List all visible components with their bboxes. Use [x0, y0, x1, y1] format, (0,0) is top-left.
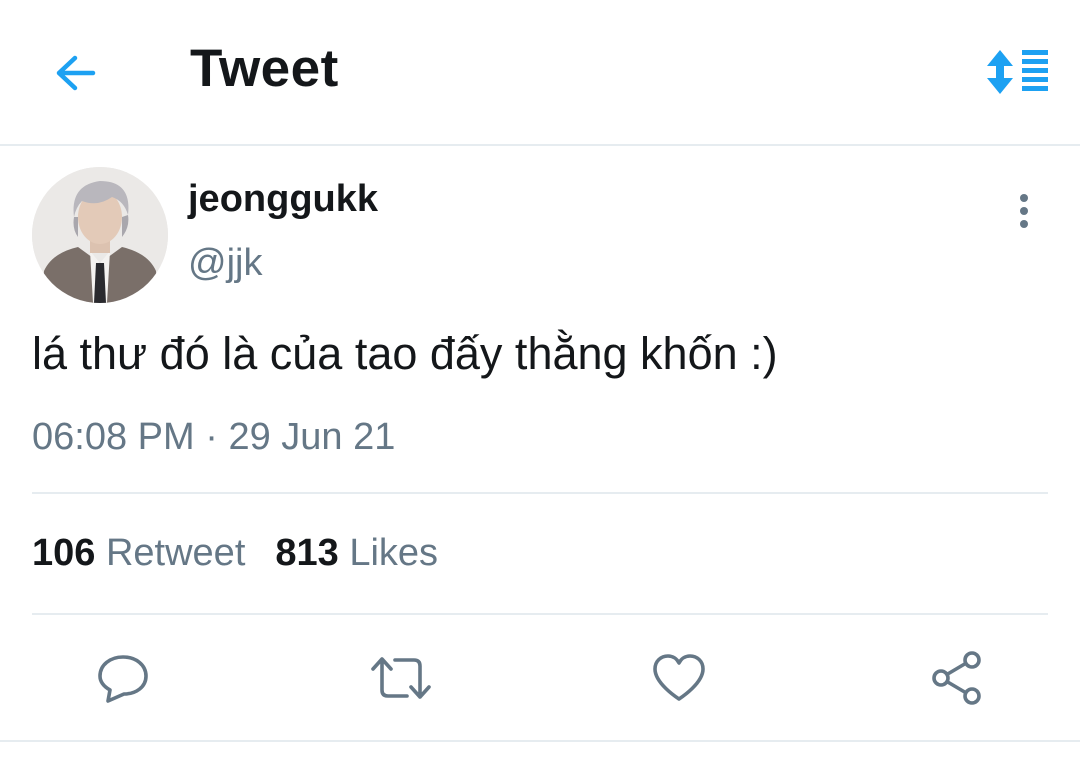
- share-button[interactable]: [919, 640, 995, 716]
- likes-label: Likes: [349, 532, 439, 574]
- tweet-stats: 106 Retweet 813 Likes: [32, 532, 438, 575]
- share-icon: [932, 651, 981, 705]
- display-name[interactable]: jeonggukk: [188, 178, 378, 221]
- heart-icon: [653, 654, 705, 701]
- more-vertical-icon: [1020, 194, 1028, 228]
- retweet-button[interactable]: [363, 640, 439, 716]
- divider: [32, 613, 1048, 615]
- tweet-actions: [0, 640, 1080, 716]
- avatar[interactable]: [32, 167, 168, 303]
- divider: [32, 492, 1048, 494]
- tweet-date: 29 Jun 21: [228, 416, 396, 458]
- timestamp-separator: ·: [205, 416, 218, 458]
- likes-stat[interactable]: 813 Likes: [275, 532, 438, 574]
- like-button[interactable]: [641, 640, 717, 716]
- retweet-count: 106: [32, 532, 96, 574]
- profile-photo: [32, 167, 168, 303]
- reply-icon: [98, 655, 148, 703]
- sort-icon: [987, 50, 1048, 94]
- back-button[interactable]: [46, 48, 102, 98]
- page-title: Tweet: [190, 39, 339, 98]
- bottom-divider: [0, 740, 1080, 742]
- tweet-text: lá thư đó là của tao đấy thằng khốn :): [32, 328, 778, 379]
- retweet-label: Retweet: [105, 532, 246, 574]
- retweet-icon: [371, 657, 431, 699]
- likes-count: 813: [275, 532, 339, 574]
- user-handle[interactable]: @jjk: [188, 242, 262, 285]
- top-bar: Tweet: [0, 0, 1080, 146]
- retweets-stat[interactable]: 106 Retweet: [32, 532, 245, 574]
- tweet-timestamp: 06:08 PM · 29 Jun 21: [32, 416, 395, 459]
- more-options-button[interactable]: [1004, 188, 1044, 234]
- arrow-left-icon: [56, 55, 96, 91]
- tweet-time: 06:08 PM: [32, 416, 195, 458]
- reply-button[interactable]: [85, 640, 161, 716]
- sort-button[interactable]: [982, 44, 1054, 100]
